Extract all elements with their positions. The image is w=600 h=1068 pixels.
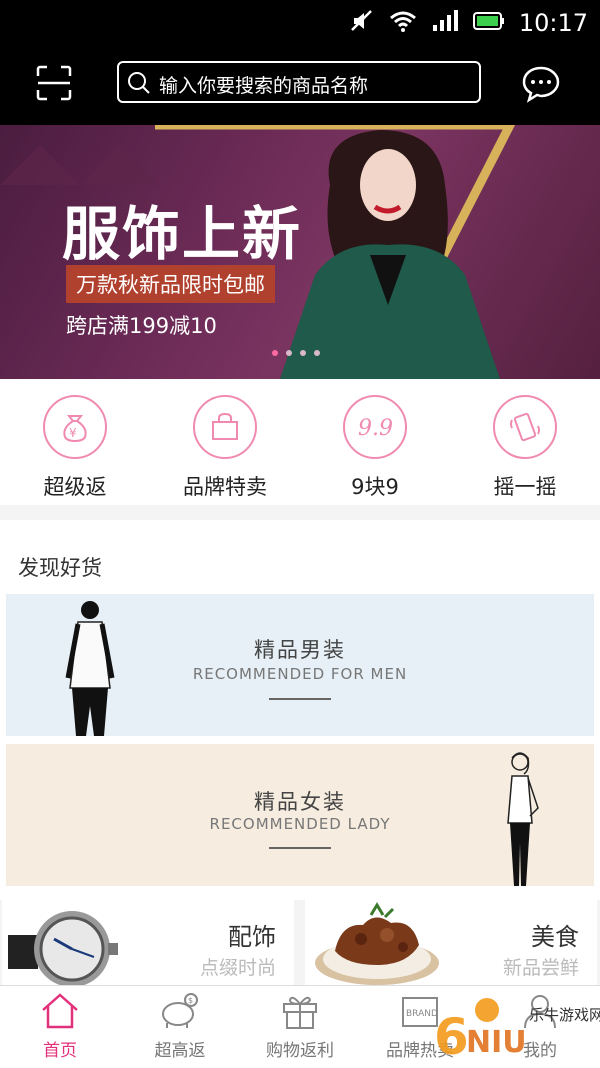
shopping-bag-icon [193,395,257,459]
clock: 10:17 [518,9,588,37]
quick-link-super-rebate[interactable]: ¥ 超级返 [0,395,150,501]
tab-label: 购物返利 [266,1041,334,1061]
99-icon: 9.9 [343,395,407,459]
tile-title: 美食 [531,923,579,951]
carousel-dot[interactable] [286,350,292,356]
banner-title: 服饰上新 [62,200,303,268]
svg-text:9.9: 9.9 [358,416,393,441]
watermark-text: 乐牛游戏网 [529,1006,600,1024]
svg-text:NIU: NIU [466,1025,527,1060]
quick-links: ¥ 超级返 品牌特卖 9.9 9块9 摇一摇 [0,379,600,505]
carousel-dot[interactable] [272,350,278,356]
accessories-tile[interactable]: 配饰 点缀时尚 [2,893,294,985]
money-bag-icon: ¥ [43,395,107,459]
banner-tag: 万款秋新品限时包邮 [66,265,275,303]
discover-section: 发现好货 精品男装 RECOMMENDED FOR MEN 精品女装 RECOM… [0,520,600,900]
carousel-dot[interactable] [314,350,320,356]
tab-shopping-rebate[interactable]: 购物返利 [240,992,360,1061]
mute-icon [349,8,375,38]
battery-icon [472,11,505,35]
card-subtitle: RECOMMENDED FOR MEN [192,665,408,683]
signal-icon [431,10,459,36]
tab-super-rebate[interactable]: $ 超高返 [120,992,240,1061]
message-icon[interactable] [521,64,561,104]
women-clothing-card[interactable]: 精品女装 RECOMMENDED LADY [6,744,594,886]
card-divider [269,847,331,849]
svg-text:¥: ¥ [69,426,77,440]
quick-link-label: 9块9 [351,475,399,499]
quick-link-label: 摇一摇 [493,475,557,499]
search-icon [127,71,151,99]
card-divider [269,698,331,700]
svg-text:$: $ [188,996,193,1005]
scan-icon[interactable] [36,65,72,101]
gift-icon [283,996,317,1029]
food-tile[interactable]: 美食 新品尝鲜 [305,893,597,985]
tile-subtitle: 新品尝鲜 [502,957,579,979]
search-input[interactable]: 输入你要搜索的商品名称 [117,61,481,103]
home-icon [42,993,78,1029]
promo-banner[interactable]: 服饰上新 万款秋新品限时包邮 跨店满199减10 [0,125,600,379]
quick-link-label: 品牌特卖 [183,475,267,499]
shake-phone-icon [493,395,557,459]
quick-link-label: 超级返 [43,475,107,499]
men-clothing-card[interactable]: 精品男装 RECOMMENDED FOR MEN [6,594,594,736]
tab-label: 首页 [43,1041,77,1061]
carousel-dot[interactable] [300,350,306,356]
women-model-image [507,752,539,886]
search-placeholder: 输入你要搜索的商品名称 [159,75,369,97]
svg-text:6: 6 [434,1008,469,1066]
wifi-icon [389,10,417,36]
status-bar: 10:17 [0,0,600,45]
site-watermark: 6 NIU 乐牛游戏网 [434,998,600,1066]
tile-title: 配饰 [228,923,276,951]
food-image [315,902,439,985]
tab-home[interactable]: 首页 [0,992,120,1061]
quick-link-shake[interactable]: 摇一摇 [450,395,600,501]
banner-subtitle: 跨店满199减10 [66,314,217,338]
card-title: 精品男装 [254,638,346,662]
carousel-indicator[interactable] [272,350,320,356]
top-bar: 输入你要搜索的商品名称 [0,45,600,125]
piggy-bank-icon: $ [162,993,198,1028]
tab-label: 超高返 [154,1041,206,1061]
quick-link-99[interactable]: 9.9 9块9 [300,395,450,501]
quick-link-brand-sale[interactable]: 品牌特卖 [150,395,300,501]
tile-subtitle: 点缀时尚 [199,957,276,979]
watch-image [8,911,118,985]
section-heading: 发现好货 [18,556,102,580]
